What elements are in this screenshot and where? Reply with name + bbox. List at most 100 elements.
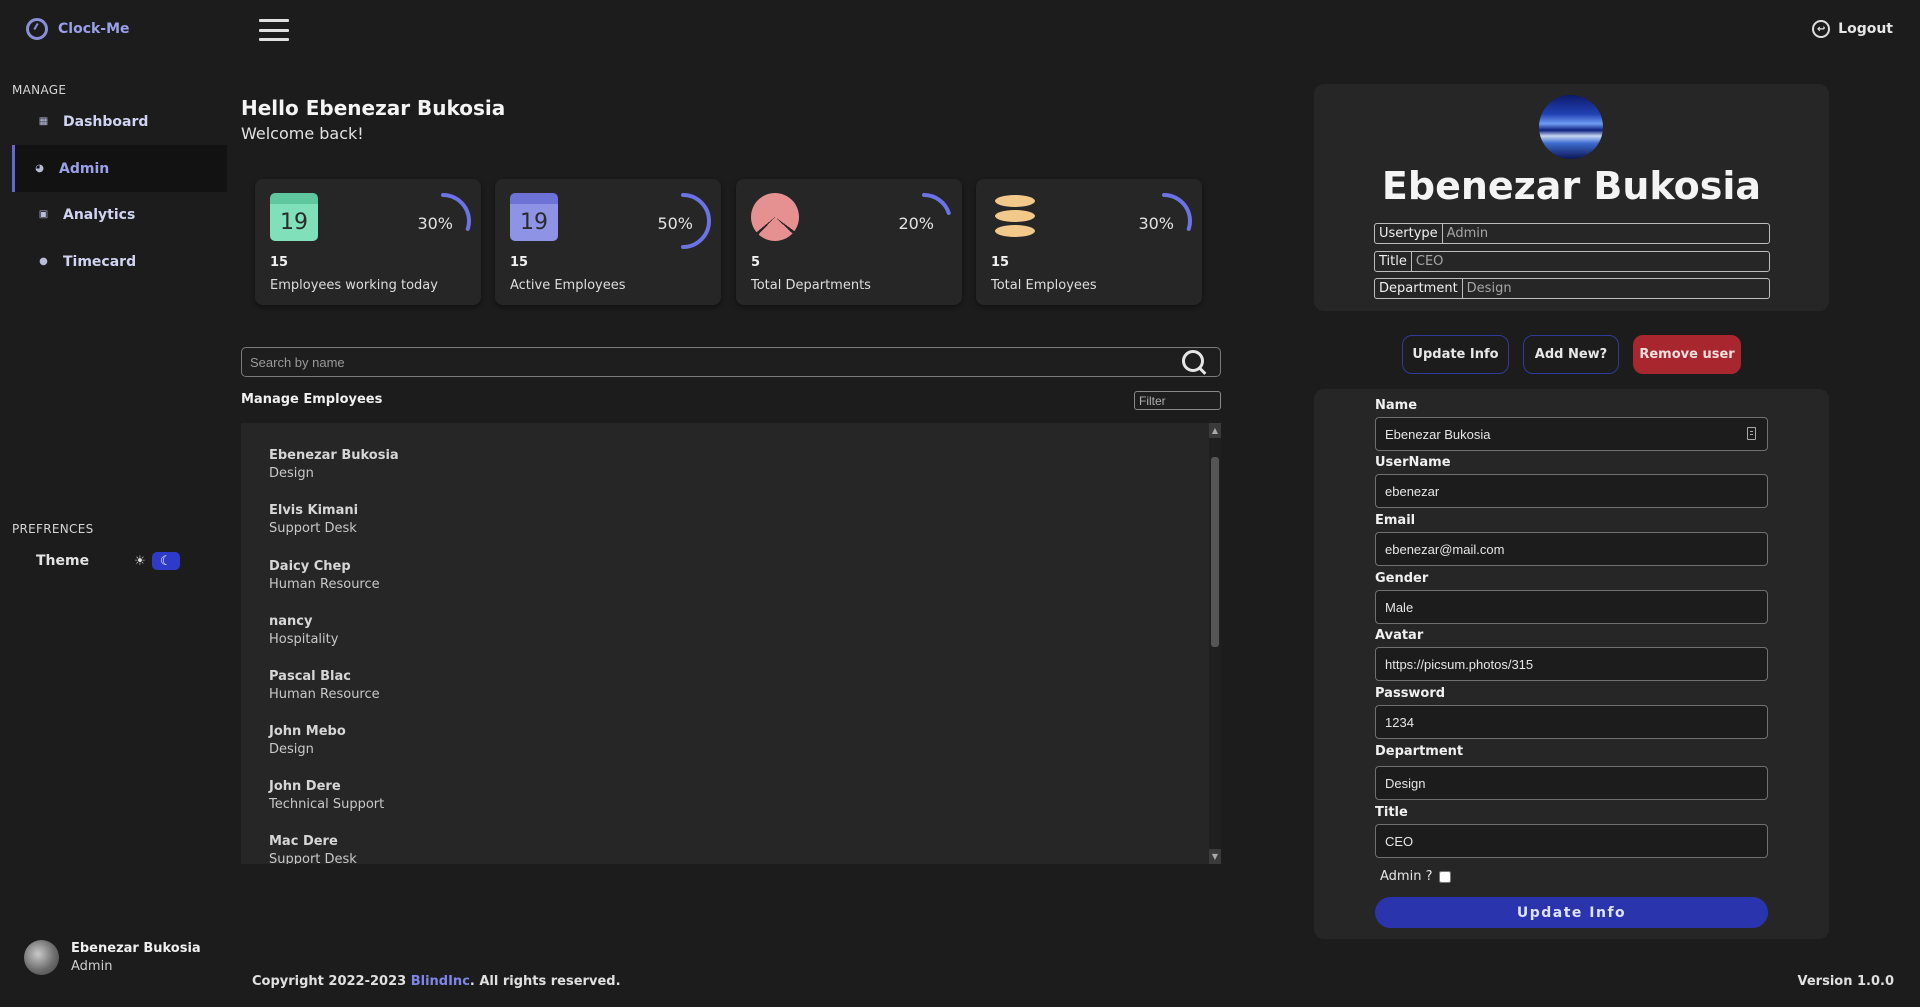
employee-name: Elvis Kimani <box>269 503 359 518</box>
employee-department: Design <box>269 742 314 757</box>
clock-icon: ● <box>39 256 48 267</box>
sidebar-item-label: Admin <box>59 160 110 177</box>
list-item[interactable]: Mac Dere Support Desk <box>269 834 357 864</box>
theme-toggle[interactable]: ☀ ☾ <box>134 551 186 571</box>
list-scrollbar[interactable]: ▲ ▼ <box>1209 423 1221 864</box>
analytics-icon: ▣ <box>38 209 49 220</box>
employee-department: Human Resource <box>269 577 380 592</box>
sidebar-item-label: Timecard <box>63 253 137 270</box>
stat-percent: 50% <box>657 214 693 233</box>
employee-name: Ebenezar Bukosia <box>269 448 399 463</box>
calendar-icon: 19 <box>270 193 318 241</box>
stat-number: 15 <box>510 255 529 270</box>
sun-icon: ☀ <box>134 553 146 569</box>
admin-checkbox[interactable] <box>1439 870 1452 883</box>
info-row-title: Title CEO <box>1374 251 1770 272</box>
list-item[interactable]: nancy Hospitality <box>269 614 338 647</box>
stat-card-total-employees: 30% 15 Total Employees <box>976 179 1202 305</box>
stat-label: Active Employees <box>510 278 626 293</box>
gender-label: Gender <box>1375 571 1429 586</box>
company-link[interactable]: BlindInc <box>411 974 470 989</box>
stat-number: 15 <box>270 255 289 270</box>
theme-row: Theme ☀ ☾ <box>36 551 186 571</box>
theme-label: Theme <box>36 553 90 569</box>
submit-update-button[interactable]: Update Info <box>1375 897 1768 928</box>
name-field[interactable] <box>1375 417 1768 451</box>
sidebar-user-role: Admin <box>71 959 113 974</box>
admin-label: Admin ? <box>1380 869 1433 884</box>
stat-label: Total Employees <box>991 278 1097 293</box>
sidebar-item-timecard[interactable]: ● Timecard <box>12 238 227 285</box>
password-label: Password <box>1375 686 1446 701</box>
scrollbar-thumb[interactable] <box>1211 457 1219 647</box>
department-field[interactable] <box>1375 766 1768 800</box>
welcome-text: Welcome back! <box>241 124 364 143</box>
clock-logo-icon <box>26 18 48 40</box>
stat-label: Employees working today <box>270 278 438 293</box>
employee-department: Support Desk <box>269 852 357 864</box>
menu-icon[interactable] <box>259 19 289 41</box>
admin-icon: ◕ <box>35 163 44 174</box>
stat-percent: 30% <box>417 214 453 233</box>
update-info-button[interactable]: Update Info <box>1402 335 1509 374</box>
remove-user-button[interactable]: Remove user <box>1633 335 1741 374</box>
employee-name: nancy <box>269 614 313 629</box>
employee-list: Ebenezar Bukosia Design Elvis Kimani Sup… <box>241 423 1221 864</box>
stat-card-working-today: 19 30% 15 Employees working today <box>255 179 481 305</box>
username-label: UserName <box>1375 455 1451 470</box>
dashboard-icon: ▦ <box>38 116 49 127</box>
list-item[interactable]: John Mebo Design <box>269 724 346 757</box>
password-field[interactable] <box>1375 705 1768 739</box>
list-item[interactable]: John Dere Technical Support <box>269 779 384 812</box>
sidebar-user[interactable]: Ebenezar Bukosia Admin <box>24 940 201 975</box>
manage-section-title: MANAGE <box>12 83 67 97</box>
calendar-icon: 19 <box>510 193 558 241</box>
list-item[interactable]: Ebenezar Bukosia Design <box>269 448 399 481</box>
stat-percent: 20% <box>898 214 934 233</box>
logout-icon: ↩ <box>1812 20 1831 38</box>
logout-button[interactable]: ↩ Logout <box>1812 20 1893 38</box>
list-item[interactable]: Pascal Blac Human Resource <box>269 669 380 702</box>
search-icon[interactable] <box>1182 350 1206 374</box>
brand[interactable]: Clock-Me <box>26 18 130 40</box>
contact-card-icon <box>1747 427 1756 440</box>
employee-name: Pascal Blac <box>269 669 351 684</box>
scroll-down-icon[interactable]: ▼ <box>1209 849 1221 864</box>
title-field[interactable] <box>1375 824 1768 858</box>
add-new-button[interactable]: Add New? <box>1523 335 1619 374</box>
search-input[interactable] <box>242 348 1142 376</box>
sidebar-item-analytics[interactable]: ▣ Analytics <box>12 191 227 238</box>
employee-name: John Dere <box>269 779 341 794</box>
email-field[interactable] <box>1375 532 1768 566</box>
stat-number: 15 <box>991 255 1010 270</box>
stat-percent: 30% <box>1138 214 1174 233</box>
moon-icon: ☾ <box>151 552 180 570</box>
profile-card: Ebenezar Bukosia Usertype Admin Title CEO … <box>1314 84 1829 311</box>
greeting: Hello Ebenezar Bukosia <box>241 96 506 120</box>
stat-label: Total Departments <box>751 278 871 293</box>
sidebar-item-admin[interactable]: ◕ Admin <box>12 145 227 192</box>
database-icon <box>991 193 1039 241</box>
sidebar-item-label: Dashboard <box>63 113 149 130</box>
stat-card-departments: 20% 5 Total Departments <box>736 179 962 305</box>
employee-department: Human Resource <box>269 687 380 702</box>
employee-department: Hospitality <box>269 632 339 647</box>
avatar-label: Avatar <box>1375 628 1424 643</box>
list-item[interactable]: Daicy Chep Human Resource <box>269 559 380 592</box>
filter-input[interactable] <box>1134 391 1221 410</box>
employee-department: Design <box>269 466 314 481</box>
avatar-field[interactable] <box>1375 647 1768 681</box>
username-field[interactable] <box>1375 474 1768 508</box>
title-label: Title <box>1375 805 1408 820</box>
employee-name: Daicy Chep <box>269 559 351 574</box>
scroll-up-icon[interactable]: ▲ <box>1209 423 1221 438</box>
edit-user-form: Name UserName Email Gender Avatar Passwo… <box>1314 389 1829 939</box>
avatar <box>1539 95 1603 159</box>
list-item[interactable]: Elvis Kimani Support Desk <box>269 503 358 536</box>
info-row-department: Department Design <box>1374 278 1770 299</box>
gender-field[interactable] <box>1375 590 1768 624</box>
employee-department: Technical Support <box>269 797 385 812</box>
sidebar-item-dashboard[interactable]: ▦ Dashboard <box>12 98 227 145</box>
logout-label: Logout <box>1838 21 1893 37</box>
copyright: Copyright 2022-2023 BlindInc. All rights… <box>252 974 621 989</box>
